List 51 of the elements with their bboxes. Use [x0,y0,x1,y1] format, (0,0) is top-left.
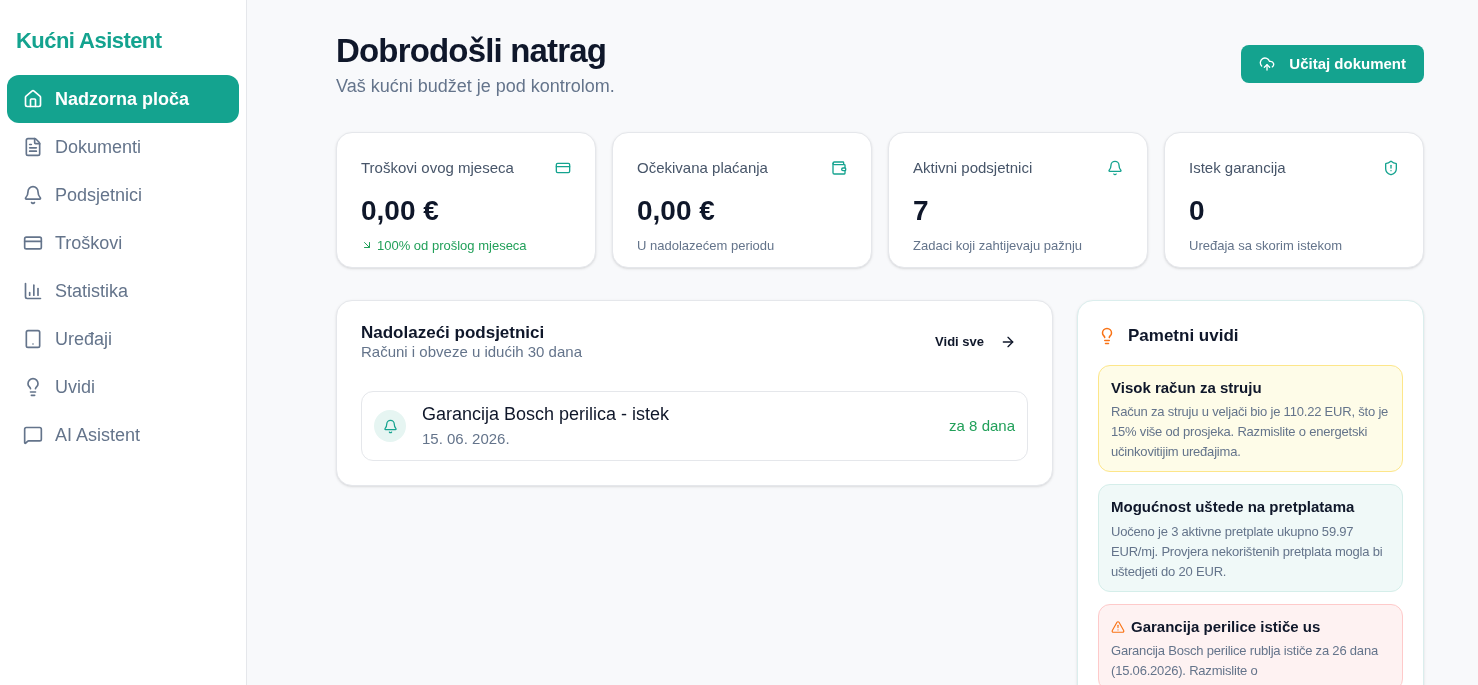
shield-icon [1383,160,1399,177]
section-title: Pametni uvidi [1128,325,1239,347]
stat-note: 100% od prošlog mjeseca [377,236,527,255]
page-title: Dobrodošli natrag [336,31,608,71]
section-subtitle: Računi i obveze u idućih 30 dana [361,343,582,361]
bell-icon [1107,160,1123,177]
stat-value: 7 [913,193,930,228]
insight-title: Visok račun za struju [1111,377,1262,398]
wallet-icon [831,160,847,177]
bell-icon [382,418,398,434]
nav-item[interactable]: Uvidi [7,363,239,411]
home-icon [23,89,43,109]
stat-value: 0,00 € [637,193,716,228]
stat-value: 0,00 € [361,193,440,228]
stat-label: Očekivana plaćanja [637,158,768,178]
insight-text: Uočeno je 3 aktivne pretplate ukupno 59.97 EUR/mj. Provjera nekorištenih pretplata mogla bi uštedjeti do 20 EUR. [1111,522,1384,581]
stat-note: Zadaci koji zahtijevaju pažnju [913,236,1083,255]
chat-icon [23,425,43,445]
reminder-item[interactable]: Garancija Bosch perilica - istek 15. 06. 2026. za 8 dana [361,391,1028,461]
insight-text: Garancija Bosch perilice rublja ističe za 26 dana (15.06.2026). Razmislite o [1111,642,1379,680]
nav-item[interactable]: Dokumenti [7,123,239,171]
cloud-upload-icon [1259,56,1276,72]
insight-title: Garancija perilice ističe us [1131,616,1321,637]
nav-item[interactable]: Nadzorna ploča [7,75,239,123]
nav-item[interactable]: Troškovi [7,219,239,267]
brand-logo: Kućni Asistent [15,27,163,55]
stat-note: Uređaja sa skorim istekom [1189,236,1343,255]
warning-icon [1111,619,1125,634]
insight-text: Račun za struju u veljači bio je 110.22 EUR, što je 15% više od prosjeka. Razmislite o energetski učinkovitijim uređajima. [1111,403,1390,461]
insight-title: Mogućnost uštede na pretplatama [1111,497,1355,517]
see-all-link[interactable]: Vidi sve [935,332,1016,352]
stat-label: Troškovi ovog mjeseca [361,158,514,178]
section-title: Nadolazeći podsjetnici [361,323,546,343]
stat-value: 0 [1189,193,1206,228]
bar-chart-icon [23,281,43,301]
stat-label: Istek garancija [1189,158,1286,178]
nav-item[interactable]: Uređaji [7,315,239,363]
bell-icon [23,185,43,205]
tablet-icon [23,329,43,349]
reminder-title: Garancija Bosch perilica - istek [422,403,671,427]
nav-item[interactable]: AI Asistent [7,411,239,459]
document-icon [23,137,43,157]
stat-note: U nadolazećem periodu [637,236,775,255]
nav-item[interactable]: Statistika [7,267,239,315]
reminder-due: za 8 dana [949,415,1015,436]
upload-button[interactable]: Učitaj dokument [1241,45,1424,83]
reminder-date: 15. 06. 2026. [422,429,511,450]
credit-card-icon [23,233,43,253]
stat-label: Aktivni podsjetnici [913,158,1033,178]
page-subtitle: Vaš kućni budžet je pod kontrolom. [336,75,615,98]
nav-item[interactable]: Podsjetnici [7,171,239,219]
